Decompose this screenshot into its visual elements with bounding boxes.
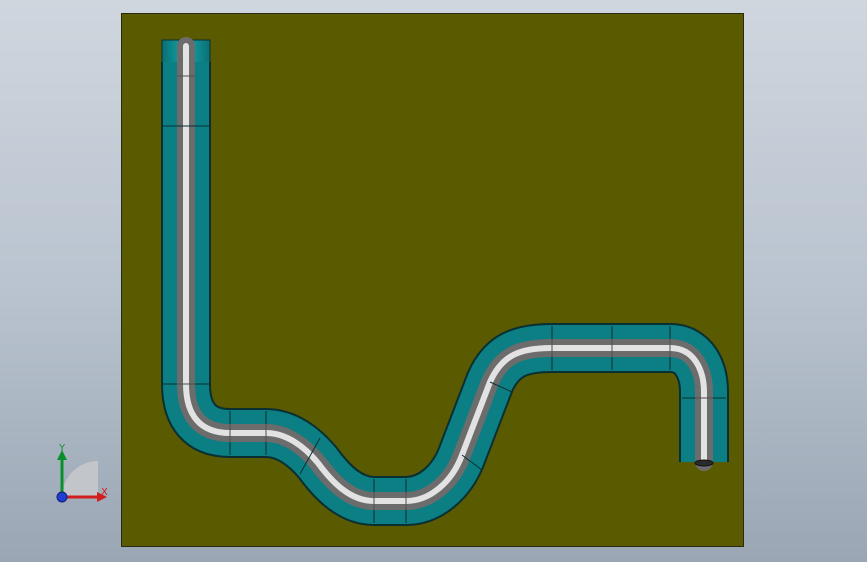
y-axis-label: Y bbox=[59, 443, 66, 454]
triad-plane-indicator bbox=[62, 461, 98, 497]
axis-triad: Y X bbox=[50, 442, 120, 512]
x-axis-label: X bbox=[101, 487, 108, 498]
z-axis-origin-icon bbox=[56, 491, 68, 503]
model-plate[interactable] bbox=[121, 13, 744, 547]
cad-viewport[interactable]: Y X bbox=[0, 0, 867, 562]
